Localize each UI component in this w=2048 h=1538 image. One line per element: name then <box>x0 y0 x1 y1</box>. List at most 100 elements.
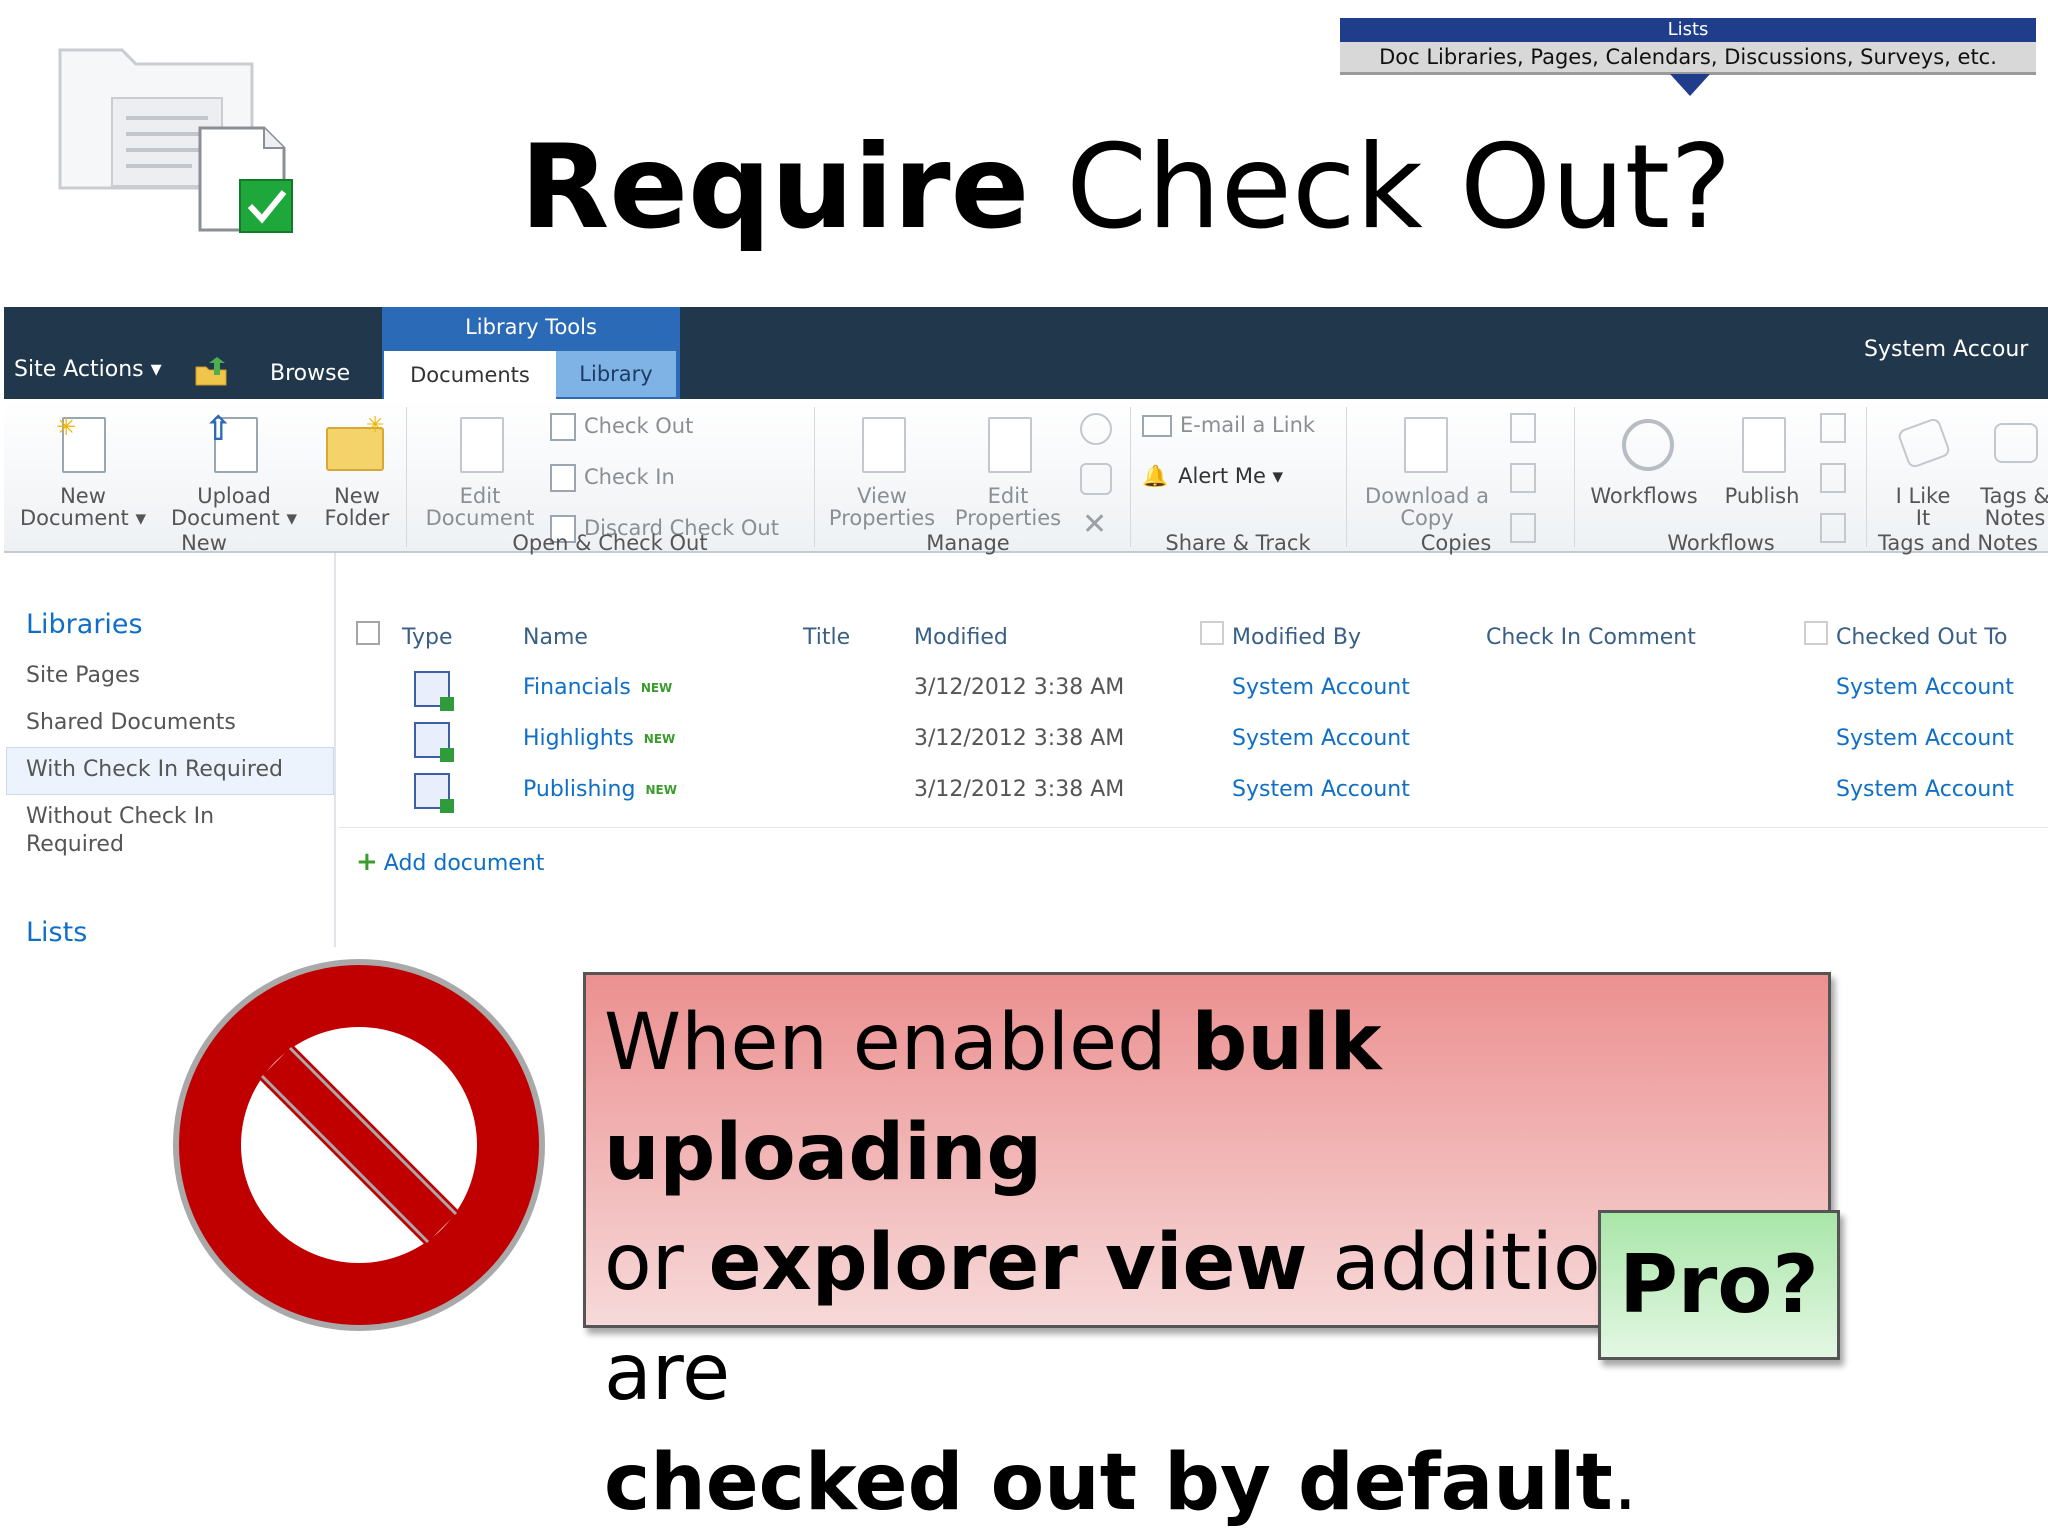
callout-l3a: checked out by default <box>604 1438 1613 1528</box>
view-properties-icon <box>862 417 906 473</box>
i-like-it-button[interactable]: I Like It <box>1878 411 1968 529</box>
new-document-label-1: New <box>60 484 106 508</box>
approve-reject-icon[interactable] <box>1820 463 1846 493</box>
new-document-label-2: Document ▾ <box>19 506 146 530</box>
document-name: Highlights <box>523 726 634 751</box>
edit-document-icon <box>460 417 504 473</box>
col-header-type[interactable]: Type <box>402 625 453 650</box>
table-row[interactable]: Financials NEW 3/12/2012 3:38 AM System A… <box>338 667 2048 715</box>
workflows-label: Workflows <box>1590 484 1698 508</box>
check-in-icon <box>550 464 576 492</box>
tab-documents[interactable]: Documents <box>384 351 556 399</box>
add-document-link[interactable]: + Add document <box>356 847 544 877</box>
edit-document-button[interactable]: Edit Document <box>416 411 544 529</box>
upload-document-button[interactable]: ⇧ Upload Document ▾ <box>166 409 302 529</box>
col-header-check-in-comment[interactable]: Check In Comment <box>1486 625 1696 650</box>
nav-heading-libraries[interactable]: Libraries <box>26 609 143 640</box>
publish-button[interactable]: Publish <box>1716 411 1808 521</box>
edit-properties-label-1: Edit <box>987 484 1029 508</box>
table-row[interactable]: Highlights NEW 3/12/2012 3:38 AM System A… <box>338 718 2048 766</box>
like-tag-icon <box>1896 416 1952 470</box>
word-document-icon <box>414 722 454 762</box>
tags-notes-button[interactable]: Tags & Notes <box>1970 411 2048 529</box>
col-header-name[interactable]: Name <box>523 625 588 650</box>
tags-notes-label-1: Tags & <box>1980 484 2048 508</box>
new-folder-button[interactable]: ✳ New Folder <box>312 411 402 529</box>
new-badge: NEW <box>640 681 673 695</box>
nav-item-with-check-in-required[interactable]: With Check In Required <box>26 757 283 782</box>
checked-out-to-link[interactable]: System Account <box>1836 675 2014 700</box>
edit-properties-icon <box>988 417 1032 473</box>
nav-item-shared-documents[interactable]: Shared Documents <box>26 710 236 735</box>
manage-copies-icon[interactable] <box>1510 463 1536 493</box>
callout-l3b: . <box>1612 1438 1638 1528</box>
site-actions-menu[interactable]: Site Actions ▾ <box>14 357 162 382</box>
check-in-button[interactable]: Check In <box>550 464 675 492</box>
navigate-up-icon[interactable] <box>194 357 230 387</box>
user-menu[interactable]: System Accour <box>1864 337 2028 362</box>
permissions-icon[interactable] <box>1080 463 1112 495</box>
word-document-icon <box>414 773 454 813</box>
new-badge: NEW <box>645 783 677 797</box>
send-to-icon[interactable] <box>1510 413 1536 443</box>
modified-date: 3/12/2012 3:38 AM <box>914 777 1125 802</box>
group-label-manage: Manage <box>926 531 1010 555</box>
new-folder-label-1: New <box>334 484 380 508</box>
pro-label: Pro? <box>1598 1210 1840 1360</box>
nav-item-site-pages[interactable]: Site Pages <box>26 663 140 688</box>
new-document-button[interactable]: ✳ New Document ▾ <box>18 411 148 529</box>
group-label-share-track: Share & Track <box>1165 531 1311 555</box>
col-header-modified-by[interactable]: Modified By <box>1232 625 1361 650</box>
checked-out-to-filter-checkbox[interactable] <box>1804 621 1828 645</box>
check-in-label: Check In <box>584 465 675 489</box>
modified-date: 3/12/2012 3:38 AM <box>914 675 1125 700</box>
modified-by-filter-checkbox[interactable] <box>1200 621 1224 645</box>
new-folder-label-2: Folder <box>324 506 390 530</box>
group-separator <box>1346 407 1347 547</box>
callout-l2a: or <box>604 1218 709 1308</box>
group-separator <box>1574 407 1575 547</box>
document-name-link[interactable]: Financials NEW <box>523 675 672 700</box>
modified-by-link[interactable]: System Account <box>1232 675 1410 700</box>
word-document-icon <box>414 671 454 711</box>
library-tools-label: Library Tools <box>465 315 597 339</box>
edit-properties-button[interactable]: Edit Properties <box>946 411 1070 529</box>
checked-out-to-link[interactable]: System Account <box>1836 726 2014 751</box>
group-separator <box>814 407 815 547</box>
nav-item-without-check-in-required[interactable]: Without Check In Required <box>26 803 214 859</box>
view-properties-label-1: View <box>857 484 907 508</box>
document-name-link[interactable]: Highlights NEW <box>523 726 675 751</box>
group-label-tags-notes: Tags and Notes <box>1878 531 2039 555</box>
alert-me-button[interactable]: 🔔 Alert Me ▾ <box>1142 464 1283 489</box>
bell-icon: 🔔 <box>1142 464 1169 488</box>
col-header-modified[interactable]: Modified <box>914 625 1008 650</box>
version-history-icon[interactable] <box>1080 413 1112 445</box>
check-out-button[interactable]: Check Out <box>550 413 693 441</box>
workflows-button[interactable]: Workflows <box>1584 411 1704 521</box>
unpublish-icon[interactable] <box>1820 413 1846 443</box>
group-label-workflows: Workflows <box>1667 531 1775 555</box>
document-name-link[interactable]: Publishing NEW <box>523 777 677 802</box>
col-header-title[interactable]: Title <box>803 625 850 650</box>
callout-l2b: explorer view <box>708 1218 1308 1308</box>
document-library-checked-icon <box>58 48 293 233</box>
modified-by-link[interactable]: System Account <box>1232 777 1410 802</box>
nav-heading-lists[interactable]: Lists <box>26 917 87 947</box>
download-copy-button[interactable]: Download a Copy <box>1354 411 1500 529</box>
view-properties-button[interactable]: View Properties <box>822 411 942 529</box>
callout-l1a: When enabled <box>604 998 1192 1088</box>
checked-out-to-link[interactable]: System Account <box>1836 777 2014 802</box>
lists-banner: Lists Doc Libraries, Pages, Calendars, D… <box>1340 18 2036 96</box>
email-link-button[interactable]: E-mail a Link <box>1142 413 1315 437</box>
i-like-it-label-1: I Like <box>1895 484 1951 508</box>
table-row[interactable]: Publishing NEW 3/12/2012 3:38 AM System A… <box>338 769 2048 817</box>
nav-item-label-1: Without Check In <box>26 804 215 829</box>
col-header-checked-out-to[interactable]: Checked Out To <box>1836 625 2007 650</box>
select-all-checkbox[interactable] <box>356 621 380 645</box>
download-copy-label-1: Download a <box>1365 484 1489 508</box>
browse-tab[interactable]: Browse <box>270 361 350 386</box>
modified-by-link[interactable]: System Account <box>1232 726 1410 751</box>
tab-library[interactable]: Library <box>556 351 676 397</box>
view-properties-label-2: Properties <box>828 506 936 530</box>
workflows-icon <box>1622 419 1674 471</box>
